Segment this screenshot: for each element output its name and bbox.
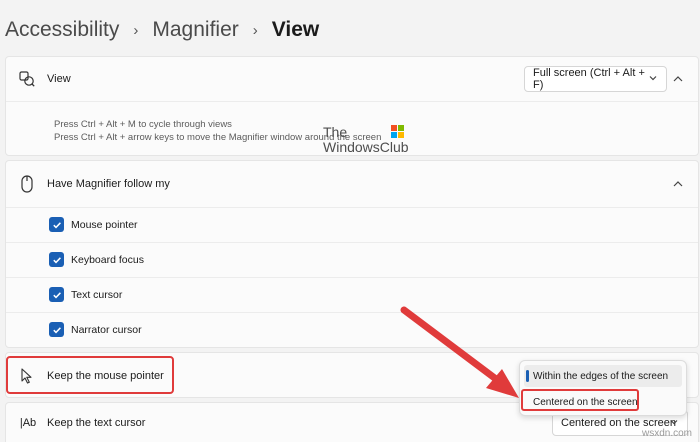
annotation-arrow bbox=[400, 306, 519, 398]
site-watermark: wsxdn.com bbox=[641, 428, 692, 439]
